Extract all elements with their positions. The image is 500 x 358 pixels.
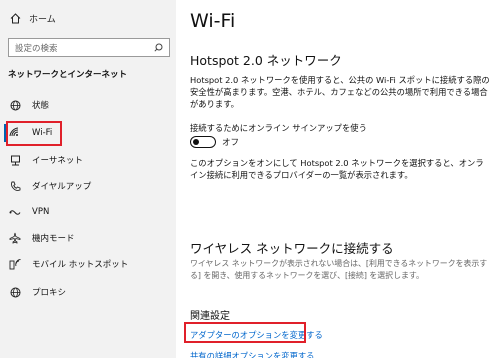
sidebar-item-label: VPN — [32, 207, 50, 217]
sidebar-item-label: イーサネット — [32, 156, 83, 166]
ethernet-icon — [8, 153, 22, 167]
hotspot-description: Hotspot 2.0 ネットワークを使用すると、公共の Wi-Fi スポットに… — [190, 75, 490, 109]
wireless-heading: ワイヤレス ネットワークに接続する — [190, 241, 394, 256]
globe-icon — [8, 285, 22, 299]
phone-icon — [8, 179, 22, 193]
toggle-description: このオプションをオンにして Hotspot 2.0 ネットワークを選択すると、オ… — [190, 158, 484, 180]
sidebar-item-label: プロキシ — [32, 288, 67, 298]
home-nav-item[interactable]: ホーム — [10, 12, 56, 25]
vpn-icon — [8, 205, 22, 219]
settings-content: Wi-Fi Hotspot 2.0 ネットワーク Hotspot 2.0 ネット… — [176, 0, 500, 358]
settings-search-input[interactable]: 設定の検索 — [8, 38, 170, 57]
home-icon — [10, 13, 21, 24]
section-title: ネットワークとインターネット — [8, 70, 128, 80]
search-placeholder: 設定の検索 — [15, 43, 58, 54]
search-icon[interactable] — [154, 43, 163, 52]
toggle-label: 接続するためにオンライン サインアップを使う — [190, 123, 367, 133]
sidebar-item-label: 状態 — [32, 101, 50, 111]
airplane-icon — [8, 231, 22, 245]
sidebar-item-vpn[interactable]: VPN — [6, 201, 166, 223]
highlight-box — [6, 121, 62, 146]
sidebar-item-airplane[interactable]: 機内モード — [6, 227, 166, 249]
settings-sidebar: ホーム 設定の検索 ネットワークとインターネット 状態 Wi-Fi イーサネット… — [0, 0, 176, 358]
hotspot-icon — [8, 257, 22, 271]
hotspot-heading: Hotspot 2.0 ネットワーク — [190, 53, 342, 68]
sidebar-item-proxy[interactable]: プロキシ — [6, 281, 166, 303]
highlight-box — [184, 322, 306, 343]
sidebar-item-hotspot[interactable]: モバイル ホットスポット — [6, 253, 166, 275]
toggle-state-text: オフ — [222, 138, 240, 148]
online-signup-toggle[interactable] — [190, 136, 216, 148]
sidebar-item-dialup[interactable]: ダイヤルアップ — [6, 175, 166, 197]
sidebar-item-label: 機内モード — [32, 234, 75, 244]
sidebar-item-label: モバイル ホットスポット — [32, 260, 129, 270]
toggle-knob — [193, 138, 199, 145]
globe-icon — [8, 98, 22, 112]
home-label: ホーム — [29, 15, 56, 25]
sidebar-item-status[interactable]: 状態 — [6, 94, 166, 116]
sidebar-item-ethernet[interactable]: イーサネット — [6, 149, 166, 171]
wireless-description: ワイヤレス ネットワークが表示されない場合は、[利用できるネットワークを表示する… — [190, 259, 488, 280]
advanced-sharing-options-link[interactable]: 共有の詳細オプションを変更する — [190, 350, 314, 358]
page-title: Wi-Fi — [190, 10, 236, 32]
sidebar-item-label: ダイヤルアップ — [32, 182, 92, 192]
related-settings-heading: 関連設定 — [190, 311, 230, 322]
